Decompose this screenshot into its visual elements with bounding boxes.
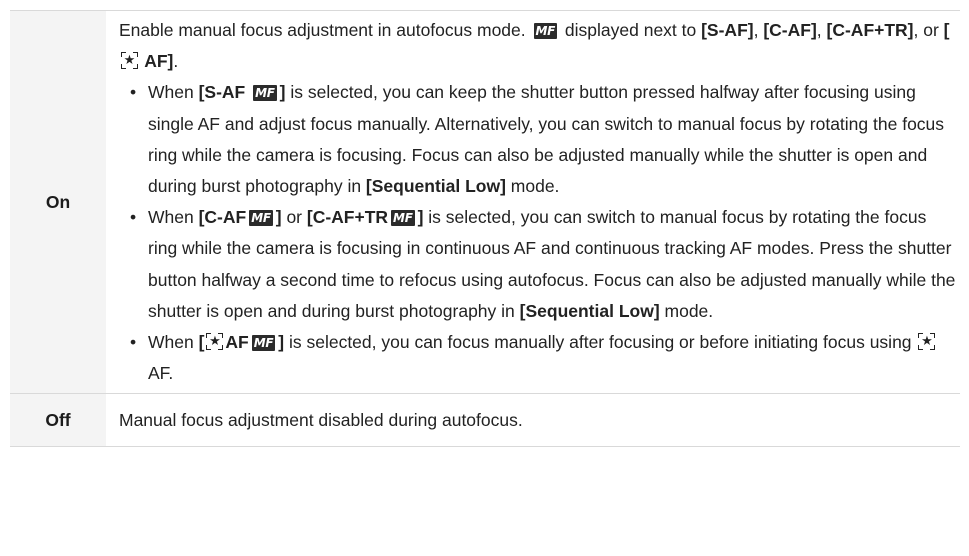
table-row-off: Off Manual focus adjustment disabled dur…: [10, 393, 960, 448]
option-label-off: Off: [10, 393, 106, 448]
face-priority-icon: ★: [918, 333, 936, 351]
mode-label-face-af: AF]: [140, 51, 174, 72]
mode-label-s-af: [S-AF]: [701, 20, 754, 40]
mf-icon: MF: [533, 23, 558, 39]
intro-text: .: [173, 51, 179, 72]
mf-icon: MF: [251, 335, 276, 352]
table-row-on: On Enable manual focus adjustment in aut…: [10, 9, 960, 395]
bullet-list: When [S-AF MF] is selected, you can keep…: [119, 77, 960, 389]
option-label-on: On: [10, 9, 106, 395]
option-description-on: Enable manual focus adjustment in autofo…: [106, 9, 960, 395]
mf-icon: MF: [391, 210, 415, 227]
intro-text: ,: [816, 20, 827, 40]
mode-label-c-af-tr: [C-AF+TR]: [826, 20, 914, 40]
intro-text: Enable manual focus adjustment in autofo…: [119, 20, 531, 40]
face-priority-icon: ★: [206, 333, 224, 351]
intro-paragraph: Enable manual focus adjustment in autofo…: [119, 15, 960, 77]
bullet-item-s-af: When [S-AF MF] is selected, you can keep…: [127, 77, 960, 202]
bracket: [: [943, 20, 950, 40]
bullet-item-face-af: When [★AFMF] is selected, you can focus …: [127, 327, 960, 389]
settings-table: On Enable manual focus adjustment in aut…: [10, 9, 960, 448]
face-priority-icon: ★: [121, 52, 138, 70]
intro-text: displayed next to: [560, 20, 702, 40]
mf-icon: MF: [253, 85, 277, 102]
option-description-off: Manual focus adjustment disabled during …: [106, 393, 960, 448]
intro-text: , or: [913, 20, 944, 40]
bullet-item-c-af: When [C-AFMF] or [C-AF+TRMF] is selected…: [127, 202, 960, 327]
mode-label-c-af: [C-AF]: [763, 20, 817, 40]
intro-text: ,: [753, 20, 764, 40]
mf-icon: MF: [249, 210, 273, 227]
